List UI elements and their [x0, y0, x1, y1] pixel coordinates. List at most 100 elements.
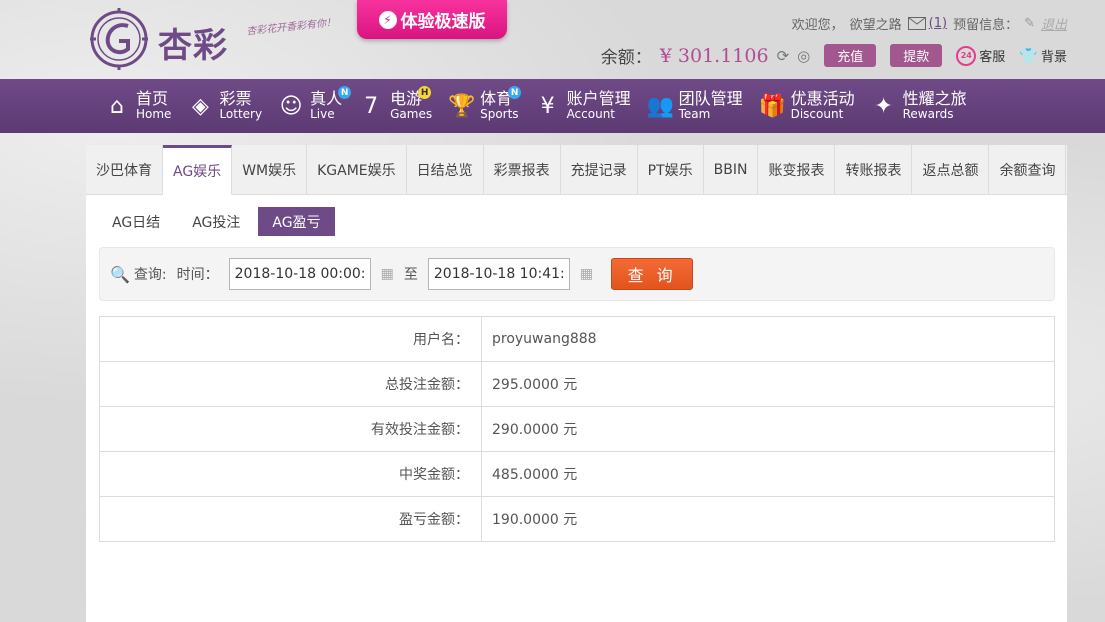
- header: 杏彩 杏彩花开香彩有你！ ⚡ 体验极速版 欢迎您， 欲望之路 (1) 预留信息：…: [0, 0, 1105, 79]
- nav-label-en: Discount: [790, 107, 844, 122]
- tab-1[interactable]: AG娱乐: [163, 145, 233, 195]
- lottery-icon: ◈: [191, 93, 209, 119]
- content-panel: 沙巴体育 AG娱乐 WM娱乐 KGAME娱乐 日结总览 彩票报表 充提记录 PT娱乐 BBIN 账…: [86, 145, 1067, 622]
- nav-label-cn: 性耀之旅: [902, 89, 967, 109]
- subtab-2[interactable]: AG盈亏: [258, 207, 335, 236]
- mail-icon: [907, 17, 926, 30]
- query-button[interactable]: 查 询: [611, 258, 694, 290]
- team-icon: 👥: [646, 93, 674, 119]
- nav-label-cn: 首页: [136, 89, 169, 109]
- logout-link[interactable]: 退出: [1041, 14, 1067, 33]
- customer-service-label: 客服: [979, 50, 1006, 65]
- calendar-icon[interactable]: ▦: [381, 266, 394, 282]
- user-bar: 欢迎您， 欲望之路 (1) 预留信息： ✎ 退出: [792, 14, 1067, 33]
- headset-icon: 24: [956, 45, 977, 66]
- nav-label-cn: 优惠活动: [790, 89, 855, 109]
- tab-6[interactable]: 充提记录: [560, 145, 638, 195]
- table-row: 用户名： proyuwang888: [99, 316, 1055, 362]
- account-icon: ¥: [540, 93, 555, 119]
- balance-bar: 余额： ¥ 301.1106 ⟳ ◎ 充值 提款 24 客服 👕 背景: [601, 43, 1067, 68]
- nav-label-en: Sports: [480, 107, 519, 122]
- username: 欲望之路: [849, 18, 902, 33]
- nav-label-en: Account: [566, 107, 616, 122]
- query-bar: 🔍 查询: 时间： ▦ 至 ▦ 查 询: [99, 247, 1055, 301]
- summary-value: proyuwang888: [481, 316, 1055, 362]
- mail-link[interactable]: (1): [907, 16, 947, 31]
- time-label: 时间：: [176, 267, 219, 283]
- tab-11[interactable]: 返点总额: [912, 145, 990, 195]
- tab-10[interactable]: 转账报表: [835, 145, 913, 195]
- nav-item-home[interactable]: ⌂ 首页 Home: [100, 79, 183, 133]
- withdraw-button[interactable]: 提款: [890, 44, 943, 67]
- nav-item-sports[interactable]: 🏆 体育 Sports N: [444, 79, 530, 133]
- nav-label-cn: 团队管理: [678, 89, 743, 109]
- nav-label-en: Team: [678, 107, 711, 122]
- nav-item-lottery[interactable]: ◈ 彩票 Lottery: [183, 79, 274, 133]
- tab-12[interactable]: 余额查询: [989, 145, 1067, 195]
- hide-balance-icon[interactable]: ◎: [797, 47, 810, 65]
- calendar-icon[interactable]: ▦: [580, 266, 593, 282]
- edit-icon[interactable]: ✎: [1024, 16, 1035, 31]
- nav-label-en: Home: [136, 107, 172, 122]
- nav-badge: N: [508, 86, 522, 99]
- background-label: 背景: [1040, 50, 1067, 65]
- logo-emblem-icon: [90, 8, 148, 70]
- nav-label-en: Rewards: [902, 107, 954, 122]
- nav-item-discount[interactable]: 🎁 优惠活动 Discount: [755, 79, 867, 133]
- nav-item-team[interactable]: 👥 团队管理 Team: [643, 79, 755, 133]
- reserve-info-label: 预留信息：: [953, 18, 1019, 33]
- live-icon: ☺: [279, 93, 303, 119]
- ag-subtabs: AG日结 AG投注 AG盈亏: [86, 195, 1067, 236]
- subtab-1[interactable]: AG投注: [178, 207, 254, 236]
- background-link[interactable]: 👕 背景: [1019, 46, 1067, 66]
- trophy-icon: 🏆: [448, 93, 476, 119]
- nav-item-live[interactable]: ☺ 真人 Live N: [274, 79, 354, 133]
- end-date-input[interactable]: [427, 258, 570, 290]
- summary-label: 用户名：: [99, 316, 482, 362]
- search-icon: 🔍: [110, 264, 130, 284]
- tab-2[interactable]: WM娱乐: [232, 145, 308, 195]
- nav-label-cn: 彩票: [219, 89, 252, 109]
- tab-4[interactable]: 日结总览: [406, 145, 484, 195]
- nav-item-account[interactable]: ¥ 账户管理 Account: [531, 79, 643, 133]
- summary-label: 有效投注金额：: [99, 406, 482, 452]
- tab-9[interactable]: 账变报表: [758, 145, 836, 195]
- report-tabs: 沙巴体育 AG娱乐 WM娱乐 KGAME娱乐 日结总览 彩票报表 充提记录 PT娱乐 BBIN 账…: [86, 145, 1067, 195]
- balance-value: ¥ 301.1106: [659, 44, 769, 67]
- nav-label-en: Live: [310, 107, 335, 122]
- to-label: 至: [403, 267, 418, 283]
- shirt-icon: 👕: [1019, 46, 1038, 65]
- brand-name: 杏彩: [158, 26, 228, 66]
- deposit-button[interactable]: 充值: [824, 44, 877, 67]
- table-row: 中奖金额： 485.0000 元: [99, 451, 1055, 497]
- tab-5[interactable]: 彩票报表: [483, 145, 561, 195]
- brand-logo[interactable]: 杏彩 杏彩花开香彩有你！: [88, 8, 338, 72]
- rewards-icon: ✦: [874, 93, 893, 119]
- profit-summary-table: 用户名： proyuwang888 总投注金额： 295.0000 元有效投注金额： 2…: [99, 316, 1055, 542]
- nav-label-en: Lottery: [219, 107, 263, 122]
- tab-0[interactable]: 沙巴体育: [86, 145, 163, 195]
- welcome-text: 欢迎您，: [791, 18, 844, 33]
- promo-label: 体验极速版: [400, 12, 486, 32]
- query-label: 查询:: [133, 267, 167, 283]
- summary-label: 盈亏金额：: [99, 496, 482, 542]
- summary-value: 290.0000 元: [481, 406, 1055, 452]
- tab-7[interactable]: PT娱乐: [637, 145, 704, 195]
- nav-label-en: Games: [390, 107, 433, 122]
- table-row: 盈亏金额： 190.0000 元: [99, 496, 1055, 542]
- summary-value: 295.0000 元: [481, 361, 1055, 407]
- main-nav: ⌂ 首页 Home ◈ 彩票 Lottery ☺ 真人 Live N 7 电游 Games H 🏆 体育 Spo…: [0, 79, 1105, 133]
- fast-version-button[interactable]: ⚡ 体验极速版: [357, 0, 507, 39]
- nav-item-rewards[interactable]: ✦ 性耀之旅 Rewards: [867, 79, 979, 133]
- tab-3[interactable]: KGAME娱乐: [307, 145, 407, 195]
- summary-value: 190.0000 元: [481, 496, 1055, 542]
- nav-badge: N: [338, 86, 352, 99]
- start-date-input[interactable]: [228, 258, 371, 290]
- brand-slogan: 杏彩花开香彩有你！: [245, 17, 337, 38]
- gift-icon: 🎁: [758, 93, 786, 119]
- nav-item-games[interactable]: 7 电游 Games H: [354, 79, 444, 133]
- subtab-0[interactable]: AG日结: [98, 207, 174, 236]
- customer-service-link[interactable]: 24 客服: [956, 45, 1006, 66]
- tab-8[interactable]: BBIN: [703, 145, 759, 195]
- refresh-icon[interactable]: ⟳: [777, 47, 790, 65]
